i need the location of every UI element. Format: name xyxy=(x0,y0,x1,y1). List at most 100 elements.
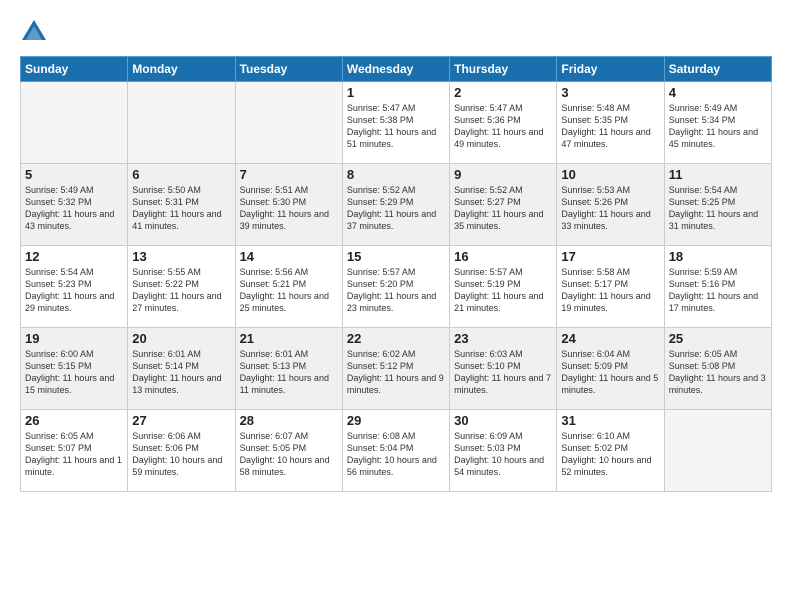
cell-text: Sunrise: 5:47 AM Sunset: 5:36 PM Dayligh… xyxy=(454,102,552,151)
cell-text: Sunrise: 5:54 AM Sunset: 5:23 PM Dayligh… xyxy=(25,266,123,315)
cell-text: Sunrise: 6:01 AM Sunset: 5:14 PM Dayligh… xyxy=(132,348,230,397)
header-thursday: Thursday xyxy=(450,57,557,82)
day-number: 13 xyxy=(132,249,230,264)
day-number: 14 xyxy=(240,249,338,264)
header-tuesday: Tuesday xyxy=(235,57,342,82)
calendar-cell: 22Sunrise: 6:02 AM Sunset: 5:12 PM Dayli… xyxy=(342,328,449,410)
cell-text: Sunrise: 5:48 AM Sunset: 5:35 PM Dayligh… xyxy=(561,102,659,151)
header-monday: Monday xyxy=(128,57,235,82)
cell-text: Sunrise: 5:59 AM Sunset: 5:16 PM Dayligh… xyxy=(669,266,767,315)
day-number: 31 xyxy=(561,413,659,428)
cell-text: Sunrise: 6:04 AM Sunset: 5:09 PM Dayligh… xyxy=(561,348,659,397)
logo xyxy=(20,18,52,46)
cell-text: Sunrise: 6:02 AM Sunset: 5:12 PM Dayligh… xyxy=(347,348,445,397)
calendar-week-row: 1 Sunrise: 5:47 AM Sunset: 5:38 PM Daylig… xyxy=(21,82,772,164)
calendar-cell: 29 Sunrise: 6:08 AM Sunset: 5:04 PM Dayli… xyxy=(342,410,449,492)
cell-text: Sunrise: 5:49 AM Sunset: 5:34 PM Dayligh… xyxy=(669,102,767,151)
calendar-header-row: Sunday Monday Tuesday Wednesday Thursday… xyxy=(21,57,772,82)
day-number: 1 xyxy=(347,85,445,100)
cell-text: Sunrise: 6:09 AM Sunset: 5:03 PM Dayligh… xyxy=(454,430,552,479)
day-number: 25 xyxy=(669,331,767,346)
calendar-cell: 13 Sunrise: 5:55 AM Sunset: 5:22 PM Dayli… xyxy=(128,246,235,328)
cell-text: Sunrise: 5:47 AM Sunset: 5:38 PM Dayligh… xyxy=(347,102,445,151)
calendar-cell: 2Sunrise: 5:47 AM Sunset: 5:36 PM Daylig… xyxy=(450,82,557,164)
day-number: 4 xyxy=(669,85,767,100)
cell-text: Sunrise: 6:00 AM Sunset: 5:15 PM Dayligh… xyxy=(25,348,123,397)
calendar-cell: 28 Sunrise: 6:07 AM Sunset: 5:05 PM Dayli… xyxy=(235,410,342,492)
calendar-cell: 5 Sunrise: 5:49 AM Sunset: 5:32 PM Daylig… xyxy=(21,164,128,246)
day-number: 11 xyxy=(669,167,767,182)
calendar-cell: 1 Sunrise: 5:47 AM Sunset: 5:38 PM Daylig… xyxy=(342,82,449,164)
calendar-cell: 11 Sunrise: 5:54 AM Sunset: 5:25 PM Dayli… xyxy=(664,164,771,246)
calendar-week-row: 12 Sunrise: 5:54 AM Sunset: 5:23 PM Dayli… xyxy=(21,246,772,328)
header-friday: Friday xyxy=(557,57,664,82)
header-sunday: Sunday xyxy=(21,57,128,82)
day-number: 29 xyxy=(347,413,445,428)
calendar-cell: 9 Sunrise: 5:52 AM Sunset: 5:27 PM Daylig… xyxy=(450,164,557,246)
day-number: 9 xyxy=(454,167,552,182)
logo-icon xyxy=(20,18,48,46)
cell-text: Sunrise: 6:03 AM Sunset: 5:10 PM Dayligh… xyxy=(454,348,552,397)
day-number: 20 xyxy=(132,331,230,346)
calendar-cell: 30Sunrise: 6:09 AM Sunset: 5:03 PM Dayli… xyxy=(450,410,557,492)
cell-text: Sunrise: 5:53 AM Sunset: 5:26 PM Dayligh… xyxy=(561,184,659,233)
page: Sunday Monday Tuesday Wednesday Thursday… xyxy=(0,0,792,612)
calendar-cell: 8Sunrise: 5:52 AM Sunset: 5:29 PM Daylig… xyxy=(342,164,449,246)
day-number: 17 xyxy=(561,249,659,264)
calendar-cell xyxy=(128,82,235,164)
cell-text: Sunrise: 5:58 AM Sunset: 5:17 PM Dayligh… xyxy=(561,266,659,315)
cell-text: Sunrise: 6:10 AM Sunset: 5:02 PM Dayligh… xyxy=(561,430,659,479)
cell-text: Sunrise: 5:51 AM Sunset: 5:30 PM Dayligh… xyxy=(240,184,338,233)
calendar-cell: 7Sunrise: 5:51 AM Sunset: 5:30 PM Daylig… xyxy=(235,164,342,246)
calendar-week-row: 5 Sunrise: 5:49 AM Sunset: 5:32 PM Daylig… xyxy=(21,164,772,246)
day-number: 12 xyxy=(25,249,123,264)
day-number: 27 xyxy=(132,413,230,428)
calendar-cell: 10 Sunrise: 5:53 AM Sunset: 5:26 PM Dayli… xyxy=(557,164,664,246)
calendar-cell: 21 Sunrise: 6:01 AM Sunset: 5:13 PM Dayli… xyxy=(235,328,342,410)
day-number: 10 xyxy=(561,167,659,182)
day-number: 28 xyxy=(240,413,338,428)
day-number: 6 xyxy=(132,167,230,182)
cell-text: Sunrise: 6:01 AM Sunset: 5:13 PM Dayligh… xyxy=(240,348,338,397)
calendar-cell: 12 Sunrise: 5:54 AM Sunset: 5:23 PM Dayli… xyxy=(21,246,128,328)
calendar-cell: 18 Sunrise: 5:59 AM Sunset: 5:16 PM Dayli… xyxy=(664,246,771,328)
cell-text: Sunrise: 5:56 AM Sunset: 5:21 PM Dayligh… xyxy=(240,266,338,315)
cell-text: Sunrise: 5:55 AM Sunset: 5:22 PM Dayligh… xyxy=(132,266,230,315)
calendar-cell: 27Sunrise: 6:06 AM Sunset: 5:06 PM Dayli… xyxy=(128,410,235,492)
day-number: 18 xyxy=(669,249,767,264)
day-number: 3 xyxy=(561,85,659,100)
header-saturday: Saturday xyxy=(664,57,771,82)
calendar-cell: 17 Sunrise: 5:58 AM Sunset: 5:17 PM Dayli… xyxy=(557,246,664,328)
day-number: 21 xyxy=(240,331,338,346)
day-number: 19 xyxy=(25,331,123,346)
calendar-table: Sunday Monday Tuesday Wednesday Thursday… xyxy=(20,56,772,492)
calendar-cell: 3 Sunrise: 5:48 AM Sunset: 5:35 PM Daylig… xyxy=(557,82,664,164)
cell-text: Sunrise: 5:57 AM Sunset: 5:19 PM Dayligh… xyxy=(454,266,552,315)
calendar-cell xyxy=(664,410,771,492)
calendar-cell: 23Sunrise: 6:03 AM Sunset: 5:10 PM Dayli… xyxy=(450,328,557,410)
cell-text: Sunrise: 5:49 AM Sunset: 5:32 PM Dayligh… xyxy=(25,184,123,233)
calendar-week-row: 26 Sunrise: 6:05 AM Sunset: 5:07 PM Dayli… xyxy=(21,410,772,492)
calendar-cell: 14 Sunrise: 5:56 AM Sunset: 5:21 PM Dayli… xyxy=(235,246,342,328)
day-number: 24 xyxy=(561,331,659,346)
calendar-cell: 26 Sunrise: 6:05 AM Sunset: 5:07 PM Dayli… xyxy=(21,410,128,492)
day-number: 5 xyxy=(25,167,123,182)
day-number: 26 xyxy=(25,413,123,428)
calendar-week-row: 19 Sunrise: 6:00 AM Sunset: 5:15 PM Dayli… xyxy=(21,328,772,410)
header xyxy=(20,18,772,46)
calendar-cell: 4 Sunrise: 5:49 AM Sunset: 5:34 PM Daylig… xyxy=(664,82,771,164)
calendar-cell: 19 Sunrise: 6:00 AM Sunset: 5:15 PM Dayli… xyxy=(21,328,128,410)
calendar-cell xyxy=(235,82,342,164)
cell-text: Sunrise: 5:54 AM Sunset: 5:25 PM Dayligh… xyxy=(669,184,767,233)
cell-text: Sunrise: 5:50 AM Sunset: 5:31 PM Dayligh… xyxy=(132,184,230,233)
calendar-cell xyxy=(21,82,128,164)
calendar-cell: 25Sunrise: 6:05 AM Sunset: 5:08 PM Dayli… xyxy=(664,328,771,410)
cell-text: Sunrise: 6:08 AM Sunset: 5:04 PM Dayligh… xyxy=(347,430,445,479)
cell-text: Sunrise: 6:05 AM Sunset: 5:07 PM Dayligh… xyxy=(25,430,123,479)
cell-text: Sunrise: 5:57 AM Sunset: 5:20 PM Dayligh… xyxy=(347,266,445,315)
calendar-cell: 16Sunrise: 5:57 AM Sunset: 5:19 PM Dayli… xyxy=(450,246,557,328)
calendar-cell: 31 Sunrise: 6:10 AM Sunset: 5:02 PM Dayli… xyxy=(557,410,664,492)
cell-text: Sunrise: 5:52 AM Sunset: 5:27 PM Dayligh… xyxy=(454,184,552,233)
calendar-cell: 24 Sunrise: 6:04 AM Sunset: 5:09 PM Dayli… xyxy=(557,328,664,410)
cell-text: Sunrise: 6:07 AM Sunset: 5:05 PM Dayligh… xyxy=(240,430,338,479)
